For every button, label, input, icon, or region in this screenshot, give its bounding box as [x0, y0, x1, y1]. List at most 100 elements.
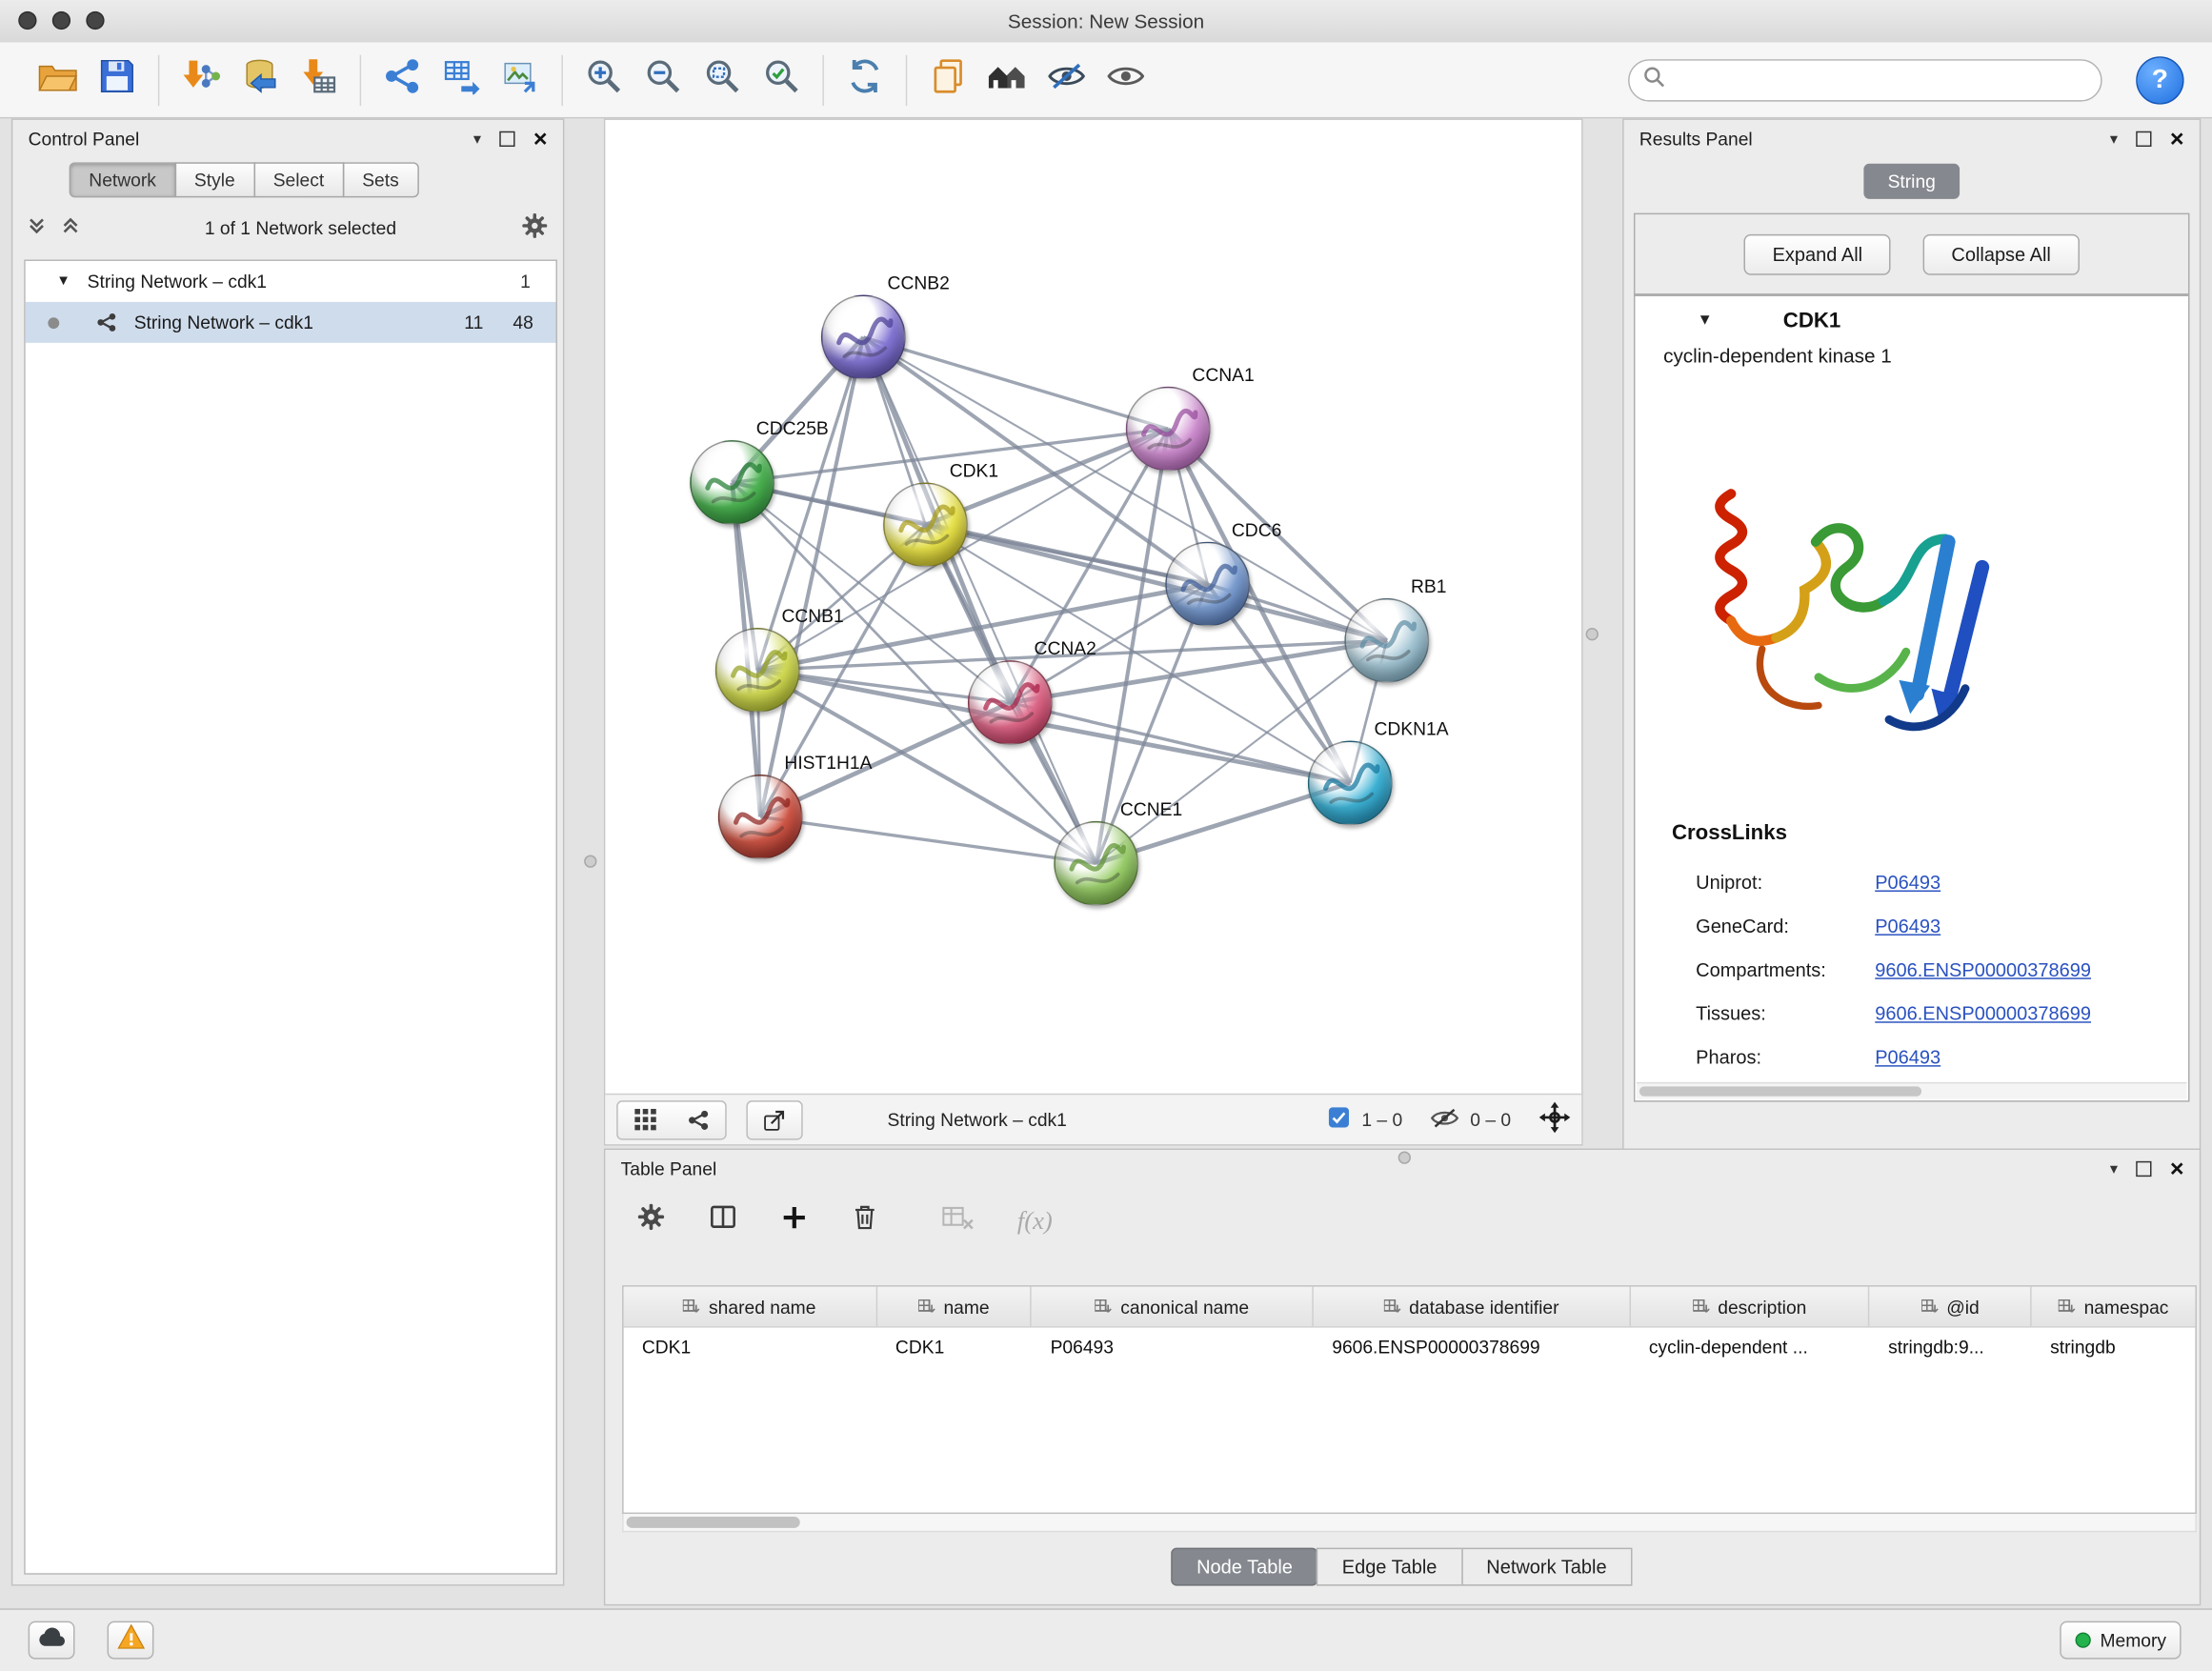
- collapse-all-button[interactable]: Collapse All: [1923, 233, 2080, 274]
- table-horizontal-scrollbar[interactable]: [622, 1514, 2197, 1532]
- expand-all-networks-icon[interactable]: [27, 215, 47, 239]
- network-node-CDC25B[interactable]: [690, 440, 774, 525]
- collapse-all-networks-icon[interactable]: [61, 215, 81, 239]
- cell-shared-name[interactable]: CDK1: [624, 1328, 877, 1366]
- open-session-button[interactable]: [29, 50, 88, 110]
- delete-column-trash-icon[interactable]: [851, 1202, 879, 1239]
- cell-id[interactable]: stringdb:9...: [1870, 1328, 2032, 1366]
- tab-style[interactable]: Style: [174, 162, 254, 197]
- copy-documents-button[interactable]: [918, 50, 977, 110]
- collapse-panel-icon[interactable]: ▾: [473, 130, 481, 148]
- network-node-CCNA2[interactable]: [968, 660, 1053, 745]
- zoom-fit-icon: [704, 58, 741, 102]
- tab-select[interactable]: Select: [253, 162, 344, 197]
- float-panel-icon[interactable]: [499, 131, 514, 147]
- column-header-id[interactable]: @id: [1870, 1287, 2032, 1326]
- column-header-canonical-name[interactable]: canonical name: [1032, 1287, 1314, 1326]
- crosslink-link[interactable]: P06493: [1875, 1047, 1941, 1068]
- network-row[interactable]: String Network – cdk1 11 48: [26, 302, 556, 343]
- export-table-button[interactable]: [432, 50, 491, 110]
- tab-edge-table[interactable]: Edge Table: [1317, 1548, 1462, 1586]
- close-panel-icon[interactable]: ×: [2170, 1157, 2184, 1180]
- new-network-from-selection-button[interactable]: [372, 50, 432, 110]
- hide-selected-button[interactable]: [1037, 50, 1096, 110]
- tab-sets[interactable]: Sets: [342, 162, 418, 197]
- column-header-database-identifier[interactable]: database identifier: [1314, 1287, 1631, 1326]
- help-button[interactable]: ?: [2136, 55, 2183, 103]
- network-node-CCNE1[interactable]: [1054, 821, 1138, 906]
- collapse-gene-icon[interactable]: ▼: [1698, 312, 1713, 329]
- scrollbar-thumb[interactable]: [627, 1517, 800, 1528]
- crosslink-link[interactable]: 9606.ENSP00000378699: [1875, 959, 2091, 980]
- tab-node-table[interactable]: Node Table: [1171, 1548, 1317, 1586]
- minimize-window-button[interactable]: [52, 11, 70, 30]
- home-button[interactable]: [977, 50, 1036, 110]
- search-field[interactable]: [1628, 58, 2102, 100]
- zoom-window-button[interactable]: [86, 11, 104, 30]
- horizontal-splitter-handle[interactable]: [1398, 1151, 1411, 1163]
- right-splitter-handle[interactable]: [1586, 628, 1599, 640]
- expand-all-button[interactable]: Expand All: [1744, 233, 1891, 274]
- zoom-fit-button[interactable]: [693, 50, 752, 110]
- search-input[interactable]: [1675, 68, 2086, 91]
- cell-namespace[interactable]: stringdb: [2032, 1328, 2195, 1366]
- table-row[interactable]: CDK1 CDK1 P06493 9606.ENSP00000378699 cy…: [624, 1328, 2196, 1366]
- crosslink-link[interactable]: 9606.ENSP00000378699: [1875, 1003, 2091, 1024]
- export-image-button[interactable]: [491, 50, 550, 110]
- tab-string[interactable]: String: [1863, 164, 1960, 199]
- results-horizontal-scrollbar[interactable]: [1637, 1082, 2187, 1099]
- table-settings-gear-icon[interactable]: [636, 1202, 666, 1239]
- detach-view-button[interactable]: [748, 1101, 801, 1138]
- warnings-button[interactable]: [108, 1621, 154, 1660]
- network-node-CDK1[interactable]: [883, 482, 968, 567]
- float-panel-icon[interactable]: [2136, 1161, 2151, 1177]
- close-window-button[interactable]: [18, 11, 36, 30]
- import-network-file-button[interactable]: [171, 50, 230, 110]
- network-node-CCNB2[interactable]: [821, 295, 906, 380]
- collapse-panel-icon[interactable]: ▾: [2110, 1159, 2118, 1178]
- import-network-database-button[interactable]: [230, 50, 289, 110]
- cell-description[interactable]: cyclin-dependent ...: [1631, 1328, 1870, 1366]
- left-splitter-handle[interactable]: [584, 855, 596, 867]
- crosslink-link[interactable]: P06493: [1875, 916, 1941, 936]
- cell-name[interactable]: CDK1: [877, 1328, 1033, 1366]
- close-panel-icon[interactable]: ×: [533, 127, 548, 151]
- cell-database-identifier[interactable]: 9606.ENSP00000378699: [1314, 1328, 1631, 1366]
- import-table-button[interactable]: [290, 50, 349, 110]
- float-panel-icon[interactable]: [2136, 131, 2151, 147]
- column-header-name[interactable]: name: [877, 1287, 1033, 1326]
- column-header-namespace[interactable]: namespac: [2032, 1287, 2195, 1326]
- zoom-in-button[interactable]: [574, 50, 633, 110]
- memory-button[interactable]: Memory: [2060, 1621, 2181, 1660]
- collapse-panel-icon[interactable]: ▾: [2110, 130, 2118, 148]
- network-node-RB1[interactable]: [1344, 598, 1429, 683]
- tab-network-table[interactable]: Network Table: [1461, 1548, 1633, 1586]
- refresh-view-button[interactable]: [835, 50, 895, 110]
- add-column-icon[interactable]: [780, 1203, 809, 1238]
- network-node-CCNA1[interactable]: [1126, 387, 1211, 472]
- zoom-out-button[interactable]: [633, 50, 693, 110]
- network-node-CDKN1A[interactable]: [1308, 741, 1393, 826]
- network-view-button[interactable]: [672, 1101, 725, 1138]
- column-header-shared-name[interactable]: shared name: [624, 1287, 877, 1326]
- tab-network[interactable]: Network: [70, 162, 176, 197]
- show-columns-icon[interactable]: [708, 1202, 737, 1239]
- network-canvas[interactable]: CCNB2CCNA1CDC25BCDK1CDC6RB1CCNB1CCNA2CDK…: [605, 120, 1581, 1097]
- cloud-status-button[interactable]: [29, 1621, 75, 1660]
- network-node-HIST1H1A[interactable]: [718, 775, 803, 859]
- tree-expand-icon[interactable]: ▼: [56, 273, 70, 289]
- save-session-button[interactable]: [88, 50, 147, 110]
- zoom-selected-button[interactable]: [752, 50, 811, 110]
- network-options-gear-icon[interactable]: [520, 211, 549, 243]
- crosslink-link[interactable]: P06493: [1875, 872, 1941, 893]
- network-collection-row[interactable]: ▼ String Network – cdk1 1: [26, 261, 556, 302]
- show-all-button[interactable]: [1096, 50, 1156, 110]
- network-node-CDC6[interactable]: [1165, 542, 1250, 627]
- scrollbar-thumb[interactable]: [1639, 1086, 1921, 1096]
- network-node-CCNB1[interactable]: [715, 628, 800, 713]
- column-header-description[interactable]: description: [1631, 1287, 1870, 1326]
- cell-canonical-name[interactable]: P06493: [1032, 1328, 1314, 1366]
- close-panel-icon[interactable]: ×: [2170, 127, 2184, 151]
- pan-crosshair-icon[interactable]: [1539, 1102, 1571, 1137]
- grid-view-button[interactable]: [618, 1101, 672, 1138]
